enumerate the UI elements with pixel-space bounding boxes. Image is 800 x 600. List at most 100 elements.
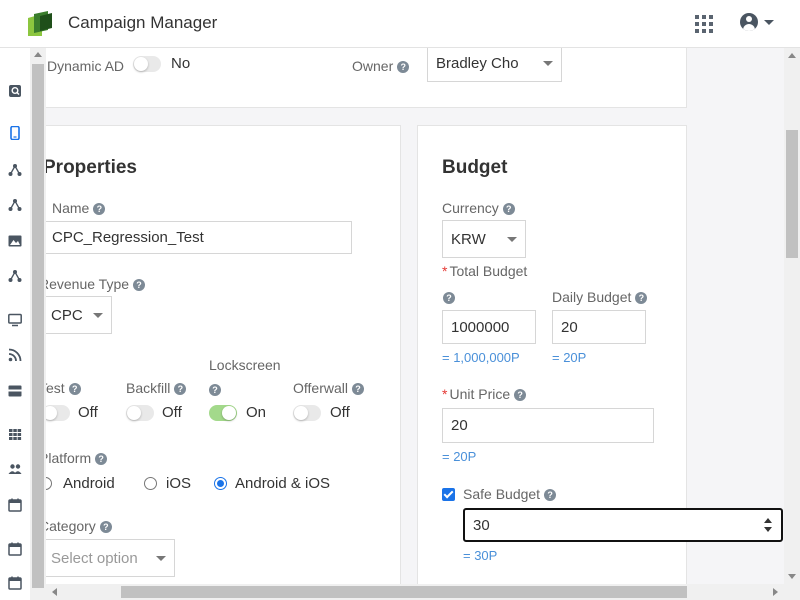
hierarchy-icon[interactable] bbox=[8, 163, 22, 177]
platform-radio-ios[interactable] bbox=[144, 477, 157, 490]
monitor-icon[interactable] bbox=[8, 313, 22, 327]
rss-icon[interactable] bbox=[8, 348, 22, 362]
help-icon[interactable]: ? bbox=[544, 489, 557, 501]
owner-label: Owner? bbox=[352, 58, 410, 74]
daily-budget-hint: = 20P bbox=[552, 350, 587, 365]
number-stepper[interactable] bbox=[763, 516, 773, 534]
lockscreen-toggle[interactable] bbox=[209, 405, 237, 421]
chevron-down-icon bbox=[93, 312, 103, 318]
scroll-up-arrow-icon[interactable] bbox=[788, 53, 796, 58]
help-icon[interactable]: ? bbox=[635, 292, 648, 304]
mobile-icon[interactable] bbox=[8, 126, 22, 140]
safe-budget-label: Safe Budget? bbox=[463, 486, 557, 502]
dynamic-ad-state: No bbox=[171, 55, 191, 72]
horizontal-scrollbar-thumb[interactable] bbox=[121, 586, 687, 598]
calendar-icon[interactable] bbox=[8, 498, 22, 512]
nav-scrollbar[interactable] bbox=[30, 48, 46, 600]
platform-radio-android[interactable] bbox=[46, 477, 52, 490]
unit-price-input[interactable]: 20 bbox=[442, 408, 654, 443]
offerwall-toggle[interactable] bbox=[293, 405, 321, 421]
scroll-up-arrow-icon[interactable] bbox=[34, 52, 42, 57]
apps-grid-icon[interactable] bbox=[695, 15, 713, 33]
scroll-left-arrow-icon[interactable] bbox=[52, 588, 57, 596]
vertical-scrollbar-thumb[interactable] bbox=[786, 130, 798, 258]
lockscreen-label: Lockscreen bbox=[209, 357, 281, 373]
backfill-label: Backfill? bbox=[126, 380, 187, 396]
lockscreen-state: On bbox=[246, 404, 267, 421]
owner-select[interactable]: Bradley Cho bbox=[427, 48, 562, 82]
safe-budget-input[interactable]: 30 bbox=[463, 508, 783, 542]
properties-card: Properties Name? CPC_Regression_Test Rev… bbox=[46, 125, 401, 584]
nav-scrollbar-thumb[interactable] bbox=[32, 64, 44, 588]
app-title: Campaign Manager bbox=[68, 13, 218, 32]
help-icon[interactable]: ? bbox=[514, 389, 527, 401]
daily-budget-input[interactable]: 20 bbox=[552, 310, 646, 344]
help-icon[interactable]: ? bbox=[209, 384, 221, 396]
name-input[interactable]: CPC_Regression_Test bbox=[46, 221, 352, 254]
currency-select[interactable]: KRW bbox=[442, 220, 526, 258]
help-icon[interactable]: ? bbox=[397, 61, 410, 73]
offerwall-label: Offerwall? bbox=[293, 380, 364, 396]
offerwall-state: Off bbox=[330, 404, 350, 421]
scrollbar-corner bbox=[784, 584, 800, 600]
chevron-down-icon bbox=[543, 61, 553, 66]
name-label: Name? bbox=[52, 200, 106, 216]
help-icon[interactable]: ? bbox=[99, 521, 112, 533]
help-icon[interactable]: ? bbox=[95, 453, 108, 465]
page-vertical-scrollbar[interactable] bbox=[784, 48, 800, 584]
dynamic-ad-label: Dynamic AD bbox=[47, 58, 125, 74]
unit-price-label: * Unit Price? bbox=[442, 386, 527, 402]
dynamic-ad-toggle[interactable] bbox=[133, 56, 161, 72]
revenue-type-select[interactable]: CPC bbox=[46, 296, 112, 334]
test-toggle[interactable] bbox=[46, 405, 70, 421]
revenue-type-label: Revenue Type? bbox=[46, 276, 146, 292]
daily-budget-label: Daily Budget? bbox=[552, 289, 648, 305]
scroll-down-arrow-icon[interactable] bbox=[788, 574, 796, 579]
image-icon[interactable] bbox=[8, 234, 22, 248]
chevron-down-icon bbox=[507, 236, 517, 242]
platform-option-ios: iOS bbox=[166, 475, 192, 492]
stepper-up-icon[interactable] bbox=[764, 518, 772, 523]
calendar-icon[interactable] bbox=[8, 542, 22, 556]
safe-budget-checkbox[interactable] bbox=[442, 488, 455, 501]
campaign-settings-card: Dynamic AD No Owner? Bradley Cho bbox=[46, 48, 687, 108]
hierarchy-icon[interactable] bbox=[8, 198, 22, 212]
card-icon[interactable] bbox=[8, 384, 22, 398]
platform-option-android-ios: Android & iOS bbox=[235, 475, 331, 492]
required-marker: * bbox=[442, 263, 448, 279]
total-budget-input[interactable]: 1000000 bbox=[442, 310, 536, 344]
help-icon[interactable]: ? bbox=[502, 203, 515, 215]
search-doc-icon[interactable] bbox=[8, 84, 22, 98]
help-icon[interactable]: ? bbox=[351, 383, 364, 395]
help-icon[interactable]: ? bbox=[93, 203, 106, 215]
hierarchy-icon[interactable] bbox=[8, 269, 22, 283]
top-bar: Campaign Manager bbox=[0, 0, 800, 48]
currency-value: KRW bbox=[451, 230, 486, 248]
safe-budget-hint: = 30P bbox=[463, 548, 498, 563]
currency-label: Currency? bbox=[442, 200, 515, 216]
app-logo[interactable] bbox=[26, 10, 56, 38]
grid-icon[interactable] bbox=[8, 427, 22, 441]
page-horizontal-scrollbar[interactable] bbox=[46, 584, 784, 600]
scroll-right-arrow-icon[interactable] bbox=[773, 588, 778, 596]
chevron-down-icon bbox=[764, 19, 774, 25]
budget-card: Budget Currency? KRW * Total Budget ? Dai… bbox=[417, 125, 783, 584]
category-select[interactable]: Select option bbox=[46, 539, 175, 577]
backfill-state: Off bbox=[162, 404, 182, 421]
user-icon bbox=[740, 13, 758, 31]
stepper-down-icon[interactable] bbox=[764, 527, 772, 532]
platform-radio-android-ios[interactable] bbox=[214, 477, 227, 490]
help-icon[interactable]: ? bbox=[133, 279, 146, 291]
help-icon[interactable]: ? bbox=[68, 383, 81, 395]
revenue-type-value: CPC bbox=[51, 306, 83, 324]
left-nav-rail bbox=[0, 48, 30, 600]
user-menu[interactable] bbox=[740, 13, 774, 31]
required-marker: * bbox=[442, 386, 448, 402]
budget-heading: Budget bbox=[442, 157, 508, 178]
total-budget-hint: = 1,000,000P bbox=[442, 350, 520, 365]
backfill-toggle[interactable] bbox=[126, 405, 154, 421]
help-icon[interactable]: ? bbox=[443, 292, 455, 304]
help-icon[interactable]: ? bbox=[174, 383, 187, 395]
people-icon[interactable] bbox=[8, 462, 22, 476]
calendar-icon[interactable] bbox=[8, 576, 22, 590]
